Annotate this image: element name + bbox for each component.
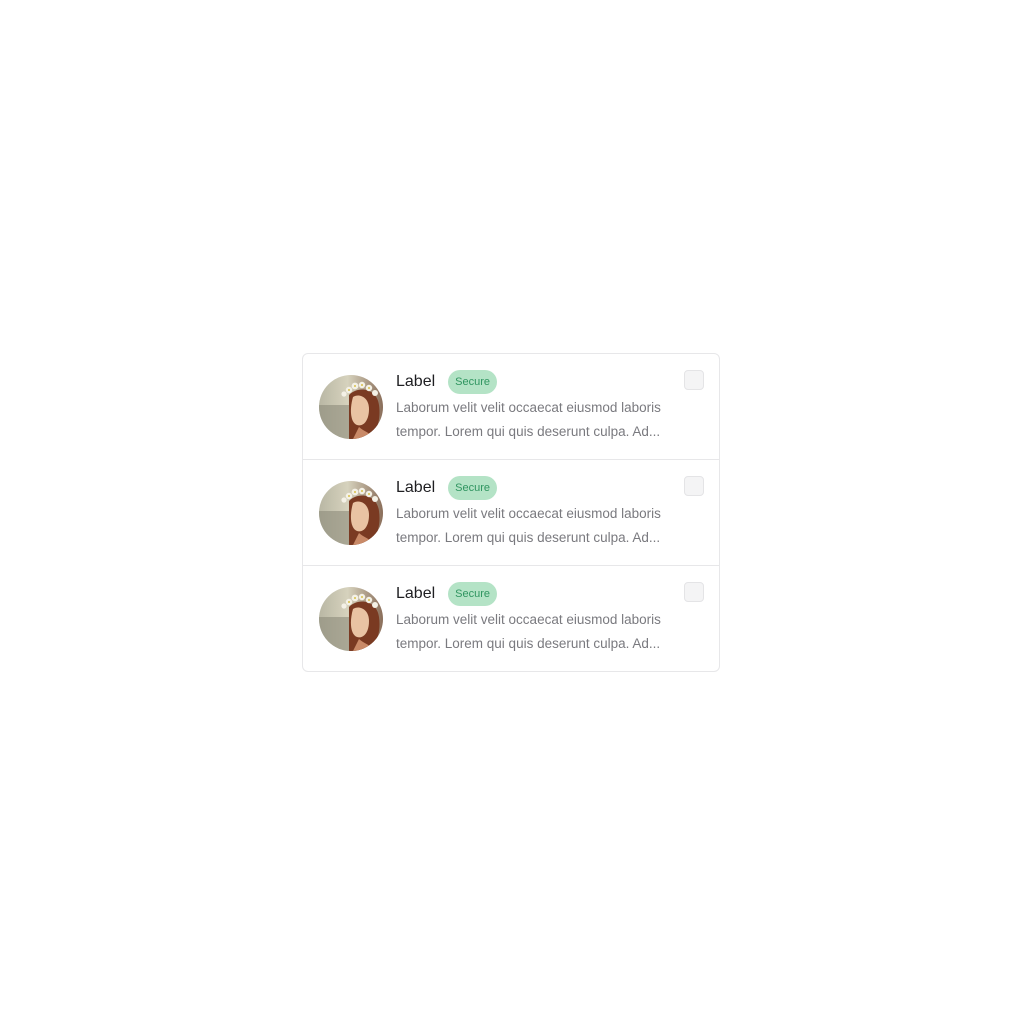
item-description: Laborum velit velit occaecat eiusmod lab… xyxy=(396,400,661,439)
item-label: Label xyxy=(396,479,436,496)
status-badge: Secure xyxy=(448,582,498,606)
avatar xyxy=(319,587,383,651)
item-header: Label Secure xyxy=(396,582,498,606)
item-description: Laborum velit velit occaecat eiusmod lab… xyxy=(396,506,661,545)
item-checkbox[interactable] xyxy=(684,476,704,496)
item-description: Laborum velit velit occaecat eiusmod lab… xyxy=(396,612,661,651)
list-item[interactable]: Label Secure Laborum velit velit occaeca… xyxy=(303,460,719,566)
avatar-photo xyxy=(319,375,383,439)
list-card: Label Secure Laborum velit velit occaeca… xyxy=(302,353,720,672)
avatar-photo xyxy=(319,587,383,651)
avatar xyxy=(319,375,383,439)
list-item[interactable]: Label Secure Laborum velit velit occaeca… xyxy=(303,566,719,671)
item-checkbox[interactable] xyxy=(684,370,704,390)
item-header: Label Secure xyxy=(396,476,498,500)
status-badge: Secure xyxy=(448,476,498,500)
list-item[interactable]: Label Secure Laborum velit velit occaeca… xyxy=(303,354,719,460)
item-header: Label Secure xyxy=(396,370,498,394)
item-checkbox[interactable] xyxy=(684,582,704,602)
avatar-photo xyxy=(319,481,383,545)
item-label: Label xyxy=(396,585,436,602)
status-badge: Secure xyxy=(448,370,498,394)
avatar xyxy=(319,481,383,545)
item-label: Label xyxy=(396,373,436,390)
